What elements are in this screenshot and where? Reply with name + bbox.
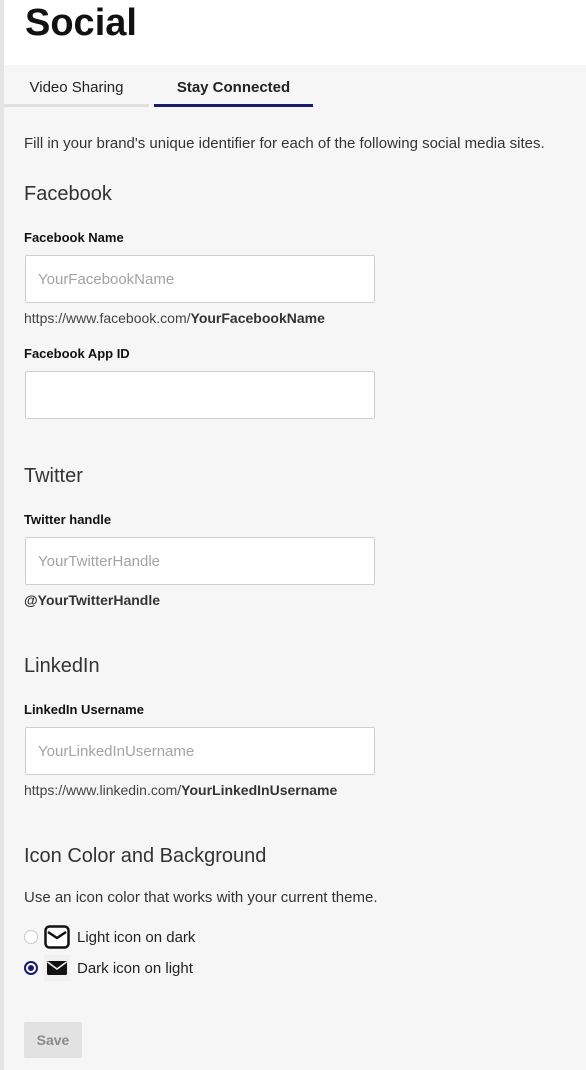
- facebook-heading: Facebook: [24, 183, 112, 205]
- linkedin-username-input[interactable]: [25, 727, 375, 775]
- option-dark-label: Dark icon on light: [77, 959, 193, 977]
- icon-option-dark[interactable]: Dark icon on light: [24, 955, 193, 981]
- facebook-name-input[interactable]: [25, 255, 375, 303]
- linkedin-username-label: LinkedIn Username: [24, 702, 144, 717]
- save-button[interactable]: Save: [24, 1022, 82, 1058]
- twitter-heading: Twitter: [24, 465, 83, 487]
- icon-color-heading: Icon Color and Background: [24, 845, 267, 867]
- facebook-url-suffix: YourFacebookName: [190, 310, 325, 326]
- tab-video-sharing[interactable]: Video Sharing: [4, 65, 149, 107]
- twitter-handle-input[interactable]: [25, 537, 375, 585]
- icon-option-light[interactable]: Light icon on dark: [24, 924, 195, 950]
- linkedin-url-hint: https://www.linkedin.com/YourLinkedInUse…: [24, 782, 337, 798]
- facebook-app-id-input[interactable]: [25, 371, 375, 419]
- twitter-handle-label: Twitter handle: [24, 512, 112, 527]
- linkedin-heading: LinkedIn: [24, 655, 100, 677]
- intro-text: Fill in your brand's unique identifier f…: [24, 135, 545, 152]
- tab-bar: Video Sharing Stay Connected: [4, 65, 586, 107]
- linkedin-url-prefix: https://www.linkedin.com/: [24, 782, 182, 798]
- linkedin-url-suffix: YourLinkedInUsername: [181, 782, 338, 798]
- page-title: Social: [25, 2, 137, 44]
- twitter-handle-hint: @YourTwitterHandle: [24, 592, 160, 608]
- facebook-name-label: Facebook Name: [24, 230, 124, 245]
- radio-light-icon[interactable]: [24, 930, 38, 944]
- twitter-hint-text: @YourTwitterHandle: [24, 592, 161, 608]
- mail-filled-icon: [44, 955, 70, 981]
- mail-outline-icon: [44, 924, 70, 950]
- facebook-url-hint: https://www.facebook.com/YourFacebookNam…: [24, 310, 325, 326]
- facebook-app-id-label: Facebook App ID: [24, 346, 130, 361]
- facebook-url-prefix: https://www.facebook.com/: [24, 310, 191, 326]
- tab-stay-connected[interactable]: Stay Connected: [154, 65, 313, 107]
- settings-panel: Video Sharing Stay Connected Fill in you…: [4, 65, 586, 1070]
- radio-dark-icon[interactable]: [24, 961, 38, 975]
- icon-color-description: Use an icon color that works with your c…: [24, 889, 378, 906]
- option-light-label: Light icon on dark: [77, 928, 196, 946]
